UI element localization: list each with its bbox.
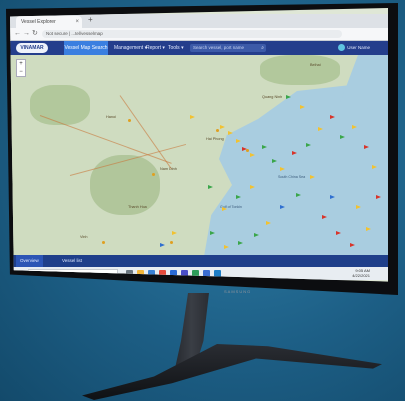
port-marker[interactable] — [102, 241, 105, 244]
nav-tools[interactable]: Tools ▾ — [168, 41, 184, 55]
city-label: Beihai — [310, 63, 321, 67]
strip-tab-vessel-list[interactable]: Vessel list — [58, 255, 86, 267]
url-field[interactable]: Not secure | ...tel/vesselmap — [42, 30, 342, 38]
word-icon[interactable] — [203, 270, 210, 277]
port-marker[interactable] — [170, 241, 173, 244]
tab-vessel-map-search[interactable]: Vessel Map Search — [64, 41, 108, 55]
city-label: Nam Dinh — [160, 167, 177, 171]
nav-tools-label: Tools — [168, 45, 180, 51]
city-label: Thanh Hoa — [128, 205, 147, 209]
app-navbar: VINAMAR Vessel Map Search Management ▾ R… — [10, 41, 388, 55]
zoom-control[interactable]: + − — [16, 59, 26, 77]
vessel-search-input[interactable]: Search vessel, port name ⌕ — [190, 44, 266, 52]
vessel-map[interactable]: + − South China Sea Gulf of Tonkin Hanoi … — [10, 55, 388, 255]
search-icon[interactable]: ⌕ — [261, 44, 264, 52]
vessel-marker[interactable] — [208, 185, 213, 189]
nav-management[interactable]: Management ▾ — [114, 41, 147, 55]
app-icon[interactable] — [214, 270, 221, 277]
port-marker[interactable] — [152, 173, 155, 176]
browser-tab-title: Vessel Explorer — [21, 19, 56, 25]
clock-date: 4/22/2021 — [352, 272, 370, 278]
city-label: Hai Phong — [206, 137, 224, 141]
port-marker[interactable] — [216, 129, 219, 132]
port-marker[interactable] — [128, 119, 131, 122]
screen: Vessel Explorer × + ←→↻ Not secure | ...… — [10, 8, 388, 282]
nav-report[interactable]: Report ▾ — [146, 41, 165, 55]
new-tab-icon[interactable]: + — [88, 15, 93, 24]
terrain — [260, 55, 340, 85]
port-marker[interactable] — [246, 149, 249, 152]
back-forward-refresh-icons[interactable]: ←→↻ — [14, 29, 40, 37]
scene: Vessel Explorer × + ←→↻ Not secure | ...… — [0, 0, 405, 401]
browser-tabbar: Vessel Explorer × + — [10, 14, 388, 28]
browser-tab[interactable]: Vessel Explorer × — [16, 16, 82, 28]
nav-management-label: Management — [114, 45, 144, 51]
address-bar: ←→↻ Not secure | ...tel/vesselmap — [10, 28, 388, 41]
vessel-marker[interactable] — [220, 125, 225, 129]
map-bottom-strip: Overview Vessel list — [10, 255, 388, 267]
user-menu[interactable]: User Name — [338, 44, 370, 52]
city-label: Quang Ninh — [262, 95, 283, 99]
city-label: Hanoi — [106, 115, 116, 119]
app-logo[interactable]: VINAMAR — [16, 43, 48, 53]
close-icon[interactable]: × — [75, 16, 79, 28]
strip-tab-overview[interactable]: Overview — [16, 255, 43, 267]
monitor-brand: SAMSUNG — [224, 289, 252, 294]
monitor-stand-base — [82, 344, 382, 400]
user-name: User Name — [347, 45, 370, 50]
region-label: South China Sea — [278, 175, 306, 179]
vessel-marker[interactable] — [172, 231, 177, 235]
terrain — [30, 85, 90, 125]
nav-report-label: Report — [146, 45, 162, 51]
terrain — [90, 155, 160, 215]
city-label: Vinh — [80, 235, 88, 239]
vessel-marker[interactable] — [190, 115, 195, 119]
vessel-search-placeholder: Search vessel, port name — [193, 45, 245, 50]
avatar — [338, 44, 346, 52]
system-clock[interactable]: 9:05 AM 4/22/2021 — [352, 268, 370, 278]
vessel-marker[interactable] — [160, 243, 165, 247]
